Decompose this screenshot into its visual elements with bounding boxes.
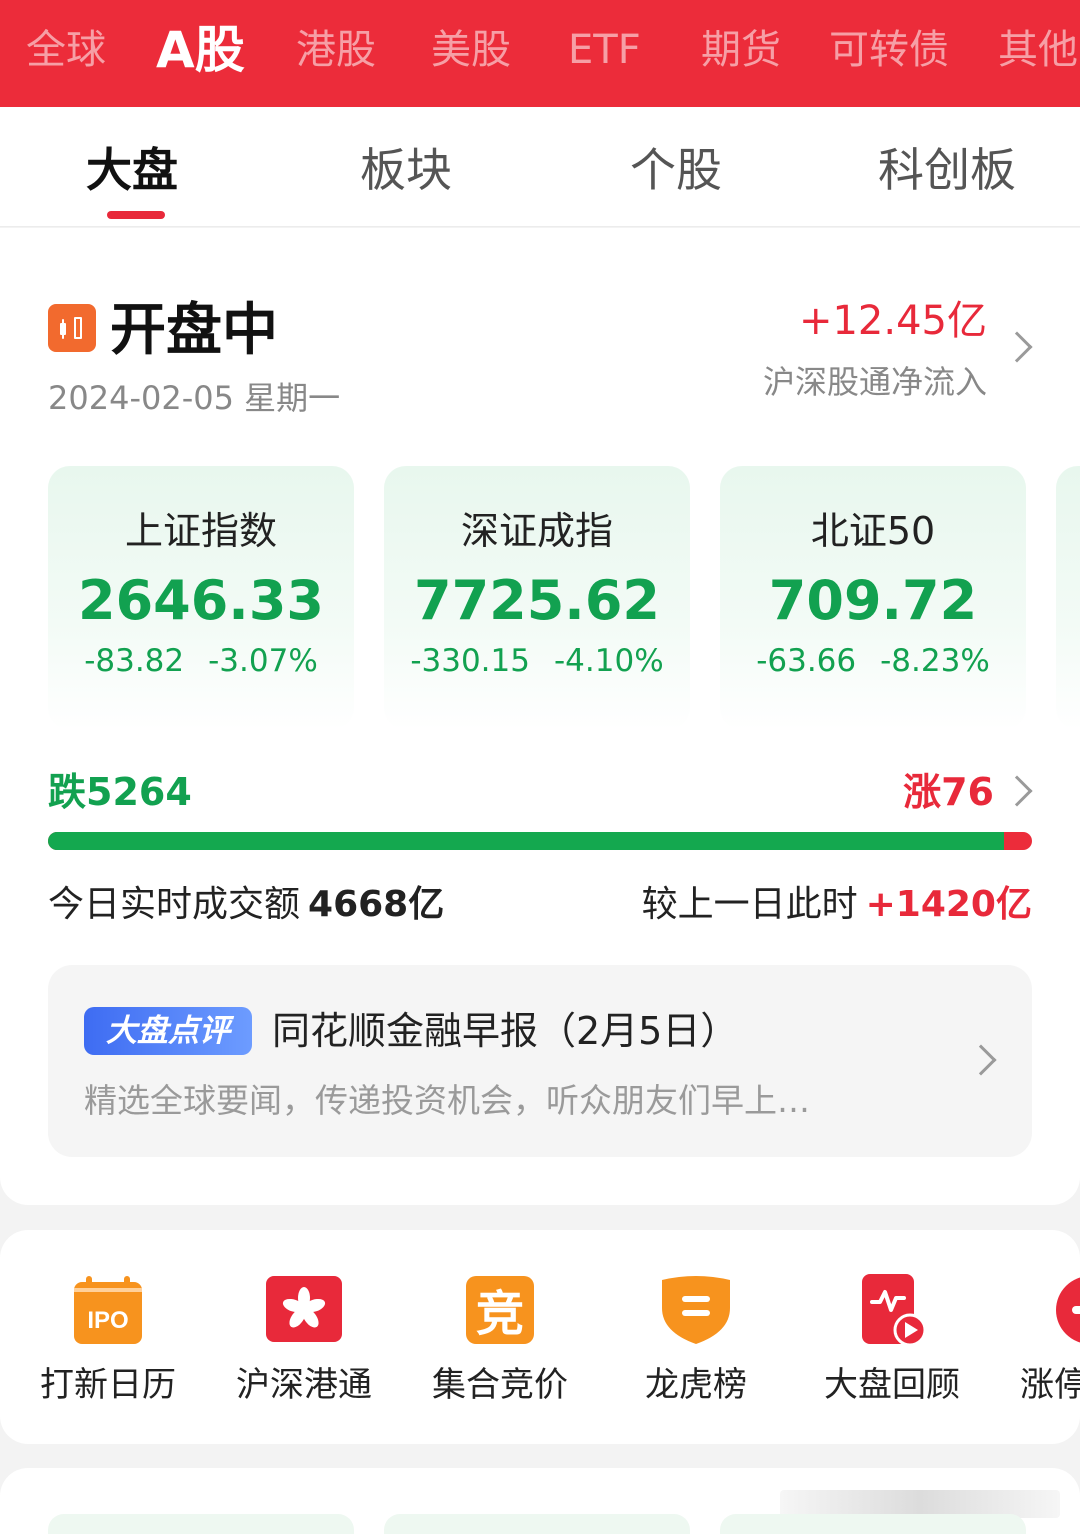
auction-icon: 竞 (466, 1276, 534, 1344)
tool-label: 涨停 (1020, 1365, 1080, 1405)
chevron-right-icon[interactable] (965, 1044, 997, 1076)
index-change: -83.82 -3.07% (48, 641, 354, 681)
index-change-points: -83.82 (84, 643, 185, 679)
market-tab-hk[interactable]: 港股 (296, 0, 376, 100)
index-name: 上证指数 (124, 509, 277, 553)
market-tab-bar: 全球 A股 港股 美股 ETF 期货 可转债 其他 (0, 0, 1080, 107)
market-date: 2024-02-05 星期一 (48, 379, 341, 417)
index-card-partial[interactable] (1056, 466, 1080, 730)
index-value: 709.72 (768, 569, 978, 632)
limit-up-icon (1056, 1277, 1080, 1343)
decliners-count: 跌5264 (48, 770, 192, 814)
market-tab-other[interactable]: 其他 (998, 0, 1078, 100)
turnover: 今日实时成交额 4668亿 (48, 880, 444, 930)
market-status-title: 开盘中 (110, 298, 278, 363)
ipo-calendar-icon: IPO (74, 1276, 142, 1344)
market-tab-a-shares[interactable]: A股 (156, 0, 245, 100)
market-tab-etf[interactable]: ETF (568, 0, 641, 100)
index-name: 深证成指 (460, 509, 613, 553)
turnover-compare-value: +1420亿 (865, 884, 1032, 925)
tool-stock-connect[interactable]: 沪深港通 (206, 1230, 402, 1444)
tab-sectors[interactable]: 板块 (360, 135, 452, 205)
sub-tab-bar: 大盘 板块 个股 科创板 (0, 107, 1080, 227)
tool-ipo-calendar[interactable]: IPO 打新日历 (10, 1230, 206, 1444)
net-inflow-label[interactable]: 沪深股通净流入 (763, 362, 987, 402)
market-tab-global[interactable]: 全球 (26, 0, 106, 100)
advancers-count[interactable]: 涨76 (903, 768, 994, 816)
tab-star-market[interactable]: 科创板 (878, 135, 1016, 205)
index-card-bse50[interactable]: 北证50 709.72 -63.66 -8.23% (720, 466, 1026, 730)
tool-dragon-tiger[interactable]: 龙虎榜 (598, 1230, 794, 1444)
index-change-percent: -4.10% (553, 643, 664, 679)
breadth-bar (48, 832, 1032, 850)
quick-tools-card: IPO 打新日历 沪深港通 竞 集合竞价 龙虎榜 大盘回顾 涨停 (0, 1230, 1080, 1444)
svg-text:竞: 竞 (476, 1286, 524, 1342)
market-commentary-card[interactable]: 大盘点评 同花顺金融早报（2月5日） 精选全球要闻，传递投资机会，听众朋友们早上… (48, 965, 1032, 1157)
active-tab-indicator (107, 211, 165, 219)
index-value: 7725.62 (414, 569, 660, 632)
turnover-compare: 较上一日此时 +1420亿 (642, 880, 1032, 930)
index-change-percent: -3.07% (208, 643, 318, 679)
net-inflow-value[interactable]: +12.45亿 (799, 296, 987, 346)
shield-icon (662, 1276, 730, 1344)
next-card-ghost (384, 1514, 690, 1534)
tool-market-review[interactable]: 大盘回顾 (794, 1230, 990, 1444)
turnover-label: 今日实时成交额 (48, 884, 301, 925)
index-change: -63.66 -8.23% (720, 641, 1026, 681)
index-change-points: -63.66 (756, 643, 857, 679)
index-card-shenzhen[interactable]: 深证成指 7725.62 -330.15 -4.10% (384, 466, 690, 730)
market-review-video-icon (862, 1274, 927, 1346)
turnover-value: 4668亿 (308, 884, 445, 925)
market-tab-convertible[interactable]: 可转债 (829, 0, 949, 100)
index-change: -330.15 -4.10% (384, 641, 690, 681)
turnover-compare-label: 较上一日此时 (641, 884, 858, 925)
next-card-ghost (720, 1514, 1026, 1534)
index-change-points: -330.15 (410, 643, 530, 679)
next-card-ghost (48, 1514, 354, 1534)
tool-label: 大盘回顾 (824, 1365, 960, 1405)
svg-text:IPO: IPO (87, 1307, 128, 1334)
index-value: 2646.33 (78, 569, 324, 632)
commentary-subtitle: 精选全球要闻，传递投资机会，听众朋友们早上… (84, 1081, 810, 1120)
tab-stocks[interactable]: 个股 (630, 135, 722, 205)
hong-kong-flag-icon (266, 1276, 342, 1342)
index-card-shanghai[interactable]: 上证指数 2646.33 -83.82 -3.07% (48, 466, 354, 730)
candlestick-icon (48, 304, 96, 352)
tool-limit-up[interactable]: 涨停 (990, 1230, 1080, 1444)
tab-market-overview[interactable]: 大盘 (86, 135, 178, 205)
breadth-bar-decliners (48, 832, 1004, 850)
commentary-badge: 大盘点评 (84, 1007, 252, 1055)
commentary-title: 同花顺金融早报（2月5日） (272, 1009, 739, 1053)
tool-call-auction[interactable]: 竞 集合竞价 (402, 1230, 598, 1444)
market-tab-futures[interactable]: 期货 (701, 0, 781, 100)
index-name: 北证50 (810, 509, 936, 553)
market-tab-us[interactable]: 美股 (431, 0, 511, 100)
index-change-percent: -8.23% (880, 643, 990, 679)
